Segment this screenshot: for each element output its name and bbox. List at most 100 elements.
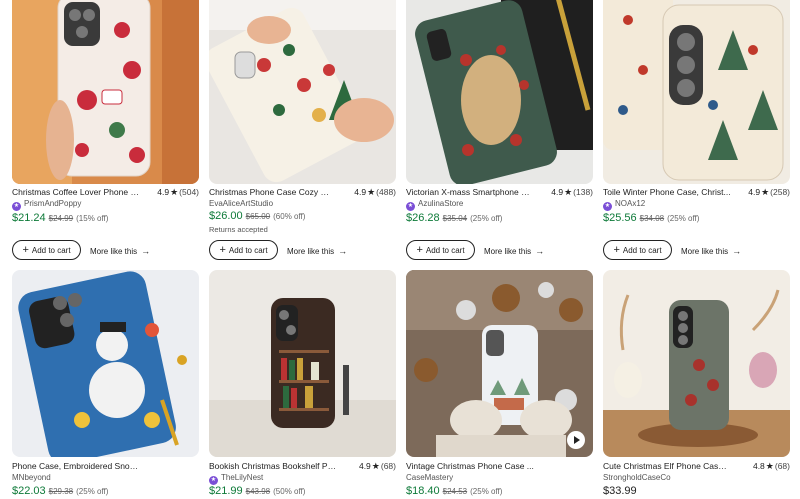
review-count: (504) bbox=[179, 187, 199, 197]
star-icon: ★ bbox=[367, 187, 376, 197]
price: $33.99 bbox=[603, 485, 637, 497]
listing-image[interactable] bbox=[12, 0, 199, 184]
original-price: $29.38 bbox=[48, 487, 74, 496]
add-to-cart-label: Add to cart bbox=[425, 245, 465, 255]
original-price: $35.04 bbox=[442, 214, 468, 223]
review-count: (68) bbox=[380, 461, 396, 471]
listing-title[interactable]: Christmas Coffee Lover Phone C... bbox=[12, 187, 140, 197]
listing-title[interactable]: Bookish Christmas Bookshelf Ph... bbox=[209, 461, 337, 471]
discount-badge: (15% off) bbox=[76, 214, 109, 223]
listing-title[interactable]: Phone Case, Embroidered Snow... bbox=[12, 461, 140, 471]
shop-name-row: MNbeyond bbox=[12, 473, 199, 482]
rating: 4.8★(68) bbox=[753, 461, 790, 472]
original-price: $43.98 bbox=[245, 487, 271, 496]
listing-image[interactable] bbox=[406, 270, 593, 457]
sale-price: $26.00 bbox=[209, 210, 243, 222]
listing-image[interactable] bbox=[603, 270, 790, 457]
shop-name-row: ★ TheLilyNest bbox=[209, 473, 396, 485]
more-like-this-link[interactable]: More like this → bbox=[90, 246, 150, 256]
more-like-this-link[interactable]: More like this → bbox=[484, 246, 544, 256]
original-price: $65.00 bbox=[245, 212, 271, 221]
shop-name[interactable]: StrongholdCaseCo bbox=[603, 473, 671, 482]
shop-name[interactable]: AzulinaStore bbox=[418, 199, 463, 208]
listing-title[interactable]: Victorian X-mass Smartphone C... bbox=[406, 187, 534, 197]
shop-name[interactable]: NOAx12 bbox=[615, 199, 645, 208]
star-icon: ★ bbox=[371, 461, 380, 471]
sale-price: $22.03 bbox=[12, 485, 46, 497]
rating-value: 4.9 bbox=[354, 187, 367, 197]
listing-image[interactable] bbox=[209, 0, 396, 184]
original-price: $34.08 bbox=[639, 214, 665, 223]
plus-icon: + bbox=[219, 243, 226, 256]
shop-name[interactable]: TheLilyNest bbox=[221, 473, 263, 482]
star-seller-icon: ★ bbox=[12, 202, 21, 211]
listing-image[interactable] bbox=[406, 0, 593, 184]
more-like-this-label: More like this bbox=[90, 247, 138, 256]
add-to-cart-button[interactable]: + Add to cart bbox=[209, 240, 278, 260]
star-seller-icon: ★ bbox=[209, 476, 218, 485]
shop-name-row: ★ PrismAndPoppy bbox=[12, 199, 199, 211]
star-icon: ★ bbox=[564, 187, 573, 197]
shop-name[interactable]: CaseMastery bbox=[406, 473, 453, 482]
sale-price: $26.28 bbox=[406, 212, 440, 224]
listing-title[interactable]: Christmas Phone Case Cozy Win... bbox=[209, 187, 337, 197]
rating: 4.9★(258) bbox=[748, 187, 790, 198]
arrow-right-icon: → bbox=[141, 246, 151, 256]
price-row: $26.00 $65.00 (60% off) bbox=[209, 210, 305, 222]
price-row: $18.40 $24.53 (25% off) bbox=[406, 485, 502, 497]
listing-title[interactable]: Vintage Christmas Phone Case ... bbox=[406, 461, 534, 471]
discount-badge: (25% off) bbox=[470, 214, 503, 223]
star-icon: ★ bbox=[761, 187, 770, 197]
discount-badge: (25% off) bbox=[470, 487, 503, 496]
listing-image[interactable] bbox=[209, 270, 396, 457]
add-to-cart-button[interactable]: + Add to cart bbox=[12, 240, 81, 260]
add-to-cart-button[interactable]: + Add to cart bbox=[603, 240, 672, 260]
shop-name-row: ★ NOAx12 bbox=[603, 199, 790, 211]
shop-name-row: CaseMastery bbox=[406, 473, 593, 482]
listing-image[interactable] bbox=[12, 270, 199, 457]
discount-badge: (60% off) bbox=[273, 212, 306, 221]
price-row: $22.03 $29.38 (25% off) bbox=[12, 485, 108, 497]
shop-name[interactable]: EvaAliceArtStudio bbox=[209, 199, 273, 208]
price-row: $26.28 $35.04 (25% off) bbox=[406, 212, 502, 224]
review-count: (138) bbox=[573, 187, 593, 197]
more-like-this-link[interactable]: More like this → bbox=[287, 246, 347, 256]
rating-value: 4.8 bbox=[752, 461, 765, 471]
add-to-cart-label: Add to cart bbox=[31, 245, 71, 255]
returns-accepted-note: Returns accepted bbox=[209, 225, 268, 234]
shop-name[interactable]: PrismAndPoppy bbox=[24, 199, 81, 208]
original-price: $24.53 bbox=[442, 487, 468, 496]
price-row: $25.56 $34.08 (25% off) bbox=[603, 212, 699, 224]
more-like-this-label: More like this bbox=[287, 247, 335, 256]
rating: 4.9★(504) bbox=[157, 187, 199, 198]
rating: 4.9★(138) bbox=[551, 187, 593, 198]
star-seller-icon: ★ bbox=[603, 202, 612, 211]
discount-badge: (25% off) bbox=[667, 214, 700, 223]
arrow-right-icon: → bbox=[338, 246, 348, 256]
rating-value: 4.9 bbox=[358, 461, 371, 471]
price-row: $21.24 $24.99 (15% off) bbox=[12, 212, 108, 224]
more-like-this-link[interactable]: More like this → bbox=[681, 246, 741, 256]
rating-value: 4.9 bbox=[551, 187, 564, 197]
shop-name[interactable]: MNbeyond bbox=[12, 473, 51, 482]
listing-image[interactable] bbox=[603, 0, 790, 184]
add-to-cart-label: Add to cart bbox=[622, 245, 662, 255]
arrow-right-icon: → bbox=[535, 246, 545, 256]
original-price: $24.99 bbox=[48, 214, 74, 223]
review-count: (258) bbox=[770, 187, 790, 197]
listing-title[interactable]: Toile Winter Phone Case, Christ... bbox=[603, 187, 731, 197]
shop-name-row: StrongholdCaseCo bbox=[603, 473, 790, 482]
more-like-this-label: More like this bbox=[681, 247, 729, 256]
add-to-cart-label: Add to cart bbox=[228, 245, 268, 255]
sale-price: $21.24 bbox=[12, 212, 46, 224]
add-to-cart-button[interactable]: + Add to cart bbox=[406, 240, 475, 260]
play-video-button[interactable] bbox=[567, 431, 585, 449]
play-icon bbox=[574, 436, 580, 444]
sale-price: $21.99 bbox=[209, 485, 243, 497]
price-row: $33.99 bbox=[603, 485, 637, 497]
listing-title[interactable]: Cute Christmas Elf Phone Case, ... bbox=[603, 461, 731, 471]
sale-price: $18.40 bbox=[406, 485, 440, 497]
star-icon: ★ bbox=[170, 187, 179, 197]
plus-icon: + bbox=[22, 243, 29, 256]
discount-badge: (50% off) bbox=[273, 487, 306, 496]
